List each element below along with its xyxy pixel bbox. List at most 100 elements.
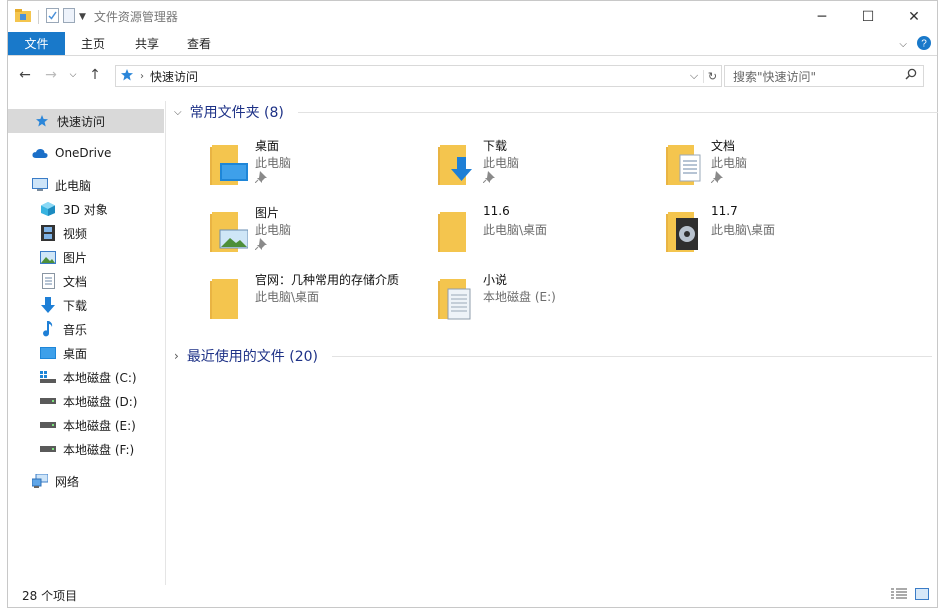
sidebar-item-label: OneDrive	[55, 146, 112, 160]
sidebar-item-label: 快速访问	[57, 114, 106, 129]
folder-tile-novels[interactable]: 小说 本地磁盘 (E:)	[436, 271, 656, 329]
sidebar-item-label: 文档	[63, 274, 88, 289]
address-dropdown-chevron-icon[interactable]: ⌵	[685, 69, 703, 83]
group-recent-files[interactable]: › 最近使用的文件 (20)	[174, 345, 933, 367]
folder-tile-downloads[interactable]: 下载 此电脑	[436, 137, 656, 195]
maximize-button[interactable]: ☐	[845, 1, 891, 32]
sidebar-item-documents[interactable]: 文档	[8, 269, 164, 293]
search-box[interactable]: 搜索"快速访问"	[724, 65, 924, 87]
sidebar-item-drive-e[interactable]: 本地磁盘 (E:)	[8, 413, 164, 437]
large-icons-view-icon[interactable]	[915, 588, 929, 603]
sidebar-item-onedrive[interactable]: OneDrive	[8, 141, 164, 165]
sidebar-item-downloads[interactable]: 下载	[8, 293, 164, 317]
sidebar-item-label: 本地磁盘 (F:)	[63, 442, 135, 457]
sidebar-item-pictures[interactable]: 图片	[8, 245, 164, 269]
expand-chevron-icon[interactable]: ›	[174, 349, 179, 363]
sidebar-item-label: 3D 对象	[63, 202, 108, 217]
sidebar-item-videos[interactable]: 视频	[8, 221, 164, 245]
sidebar-item-label: 视频	[63, 226, 88, 241]
sidebar-item-network[interactable]: 网络	[8, 469, 164, 493]
customize-toolbar-chevron-icon[interactable]: ▼	[79, 12, 86, 22]
sidebar-item-3d-objects[interactable]: 3D 对象	[8, 197, 164, 221]
sidebar-item-drive-f[interactable]: 本地磁盘 (F:)	[8, 437, 164, 461]
folder-tile-pictures[interactable]: 图片 此电脑	[208, 204, 428, 262]
sidebar-item-music[interactable]: 音乐	[8, 317, 164, 341]
sidebar-item-label: 图片	[63, 250, 88, 265]
expand-ribbon-chevron-icon[interactable]: ⌵	[899, 39, 907, 50]
back-arrow-icon[interactable]: ←	[16, 67, 34, 83]
window-title: 文件资源管理器	[93, 10, 178, 24]
folder-name: 小说	[483, 273, 508, 287]
address-bar-controls: ⌵ ↻	[685, 66, 721, 86]
star-pin-icon	[34, 113, 50, 129]
pin-icon[interactable]	[255, 238, 267, 250]
drive-icon	[40, 393, 56, 409]
pin-icon[interactable]	[255, 171, 267, 183]
tab-home[interactable]: 主页	[65, 32, 121, 55]
folder-name: 11.7	[711, 204, 738, 218]
documents-folder-icon	[666, 145, 701, 185]
up-arrow-icon[interactable]: ↑	[86, 67, 104, 83]
tab-share[interactable]: 共享	[121, 32, 173, 55]
content-pane: ⌵ 常用文件夹 (8) 桌面 此电脑 下载 此电脑 文档 此电脑 图片 此电脑 …	[168, 101, 938, 585]
properties-check-icon[interactable]	[46, 7, 59, 26]
address-bar[interactable]: › 快速访问 ⌵ ↻	[115, 65, 722, 87]
folder-tile-11-7[interactable]: 11.7 此电脑\桌面	[664, 204, 884, 262]
group-frequent-folders[interactable]: ⌵ 常用文件夹 (8)	[174, 101, 938, 123]
help-icon[interactable]: ?	[917, 36, 931, 53]
minimize-button[interactable]: ─	[799, 1, 845, 32]
document-icon	[40, 273, 56, 289]
search-icon[interactable]	[905, 68, 917, 83]
sidebar-item-label: 网络	[55, 474, 80, 489]
refresh-icon[interactable]: ↻	[703, 69, 721, 83]
sidebar-item-quick-access[interactable]: 快速访问	[8, 109, 164, 133]
details-view-icon[interactable]	[891, 588, 907, 603]
folder-tile-documents[interactable]: 文档 此电脑	[664, 137, 884, 195]
desktop-folder-icon	[210, 145, 248, 185]
recent-locations-chevron-icon[interactable]: ⌵	[68, 70, 78, 80]
computer-icon	[32, 177, 48, 193]
sidebar-item-desktop[interactable]: 桌面	[8, 341, 164, 365]
close-button[interactable]: ✕	[891, 1, 937, 32]
pin-icon[interactable]	[711, 171, 723, 183]
folder-tile-desktop[interactable]: 桌面 此电脑	[208, 137, 428, 195]
group-title: 最近使用的文件 (20)	[186, 349, 319, 365]
toolbar-separator	[38, 9, 39, 24]
sidebar-item-drive-d[interactable]: 本地磁盘 (D:)	[8, 389, 164, 413]
sidebar-item-this-pc[interactable]: 此电脑	[8, 173, 164, 197]
breadcrumb-chevron-icon[interactable]: ›	[140, 71, 144, 82]
pictures-folder-icon	[210, 212, 248, 252]
book-folder-icon	[438, 279, 471, 320]
pin-icon[interactable]	[483, 171, 495, 183]
new-folder-icon[interactable]	[63, 7, 75, 26]
title-bar: ▼ 文件资源管理器 ─ ☐ ✕	[8, 1, 937, 32]
quick-access-toolbar: ▼	[8, 7, 86, 26]
folder-home-icon[interactable]	[15, 8, 31, 25]
view-toggle	[891, 588, 929, 603]
folder-location: 本地磁盘 (E:)	[483, 290, 556, 304]
forward-arrow-icon[interactable]: →	[42, 67, 60, 83]
folder-tile-11-6[interactable]: 11.6 此电脑\桌面	[436, 204, 656, 262]
collapse-chevron-icon[interactable]: ⌵	[174, 107, 182, 118]
folder-tile-storage-media[interactable]: 官网：几种常用的存储介质 此电脑\桌面	[208, 271, 428, 329]
download-arrow-icon	[40, 297, 56, 313]
address-location[interactable]: 快速访问	[150, 68, 198, 85]
sidebar-item-label: 下载	[63, 298, 88, 313]
sidebar-item-label: 此电脑	[55, 178, 92, 193]
tab-view[interactable]: 查看	[173, 32, 225, 55]
folder-location: 此电脑\桌面	[711, 223, 776, 237]
search-placeholder[interactable]: 搜索"快速访问"	[733, 68, 816, 85]
ribbon-right-controls: ⌵ ?	[899, 36, 931, 53]
folder-icon	[438, 212, 466, 252]
group-divider	[297, 111, 938, 113]
music-note-icon	[40, 321, 56, 337]
sidebar-item-label: 音乐	[63, 322, 88, 337]
drive-icon	[40, 417, 56, 433]
status-bar: 28 个项目	[8, 583, 937, 607]
folder-location: 此电脑\桌面	[483, 223, 548, 237]
folder-name: 下载	[483, 139, 508, 153]
tab-file[interactable]: 文件	[8, 32, 65, 55]
sidebar-item-drive-c[interactable]: 本地磁盘 (C:)	[8, 365, 164, 389]
folder-name: 官网：几种常用的存储介质	[255, 273, 400, 287]
folder-location: 此电脑	[483, 156, 520, 170]
